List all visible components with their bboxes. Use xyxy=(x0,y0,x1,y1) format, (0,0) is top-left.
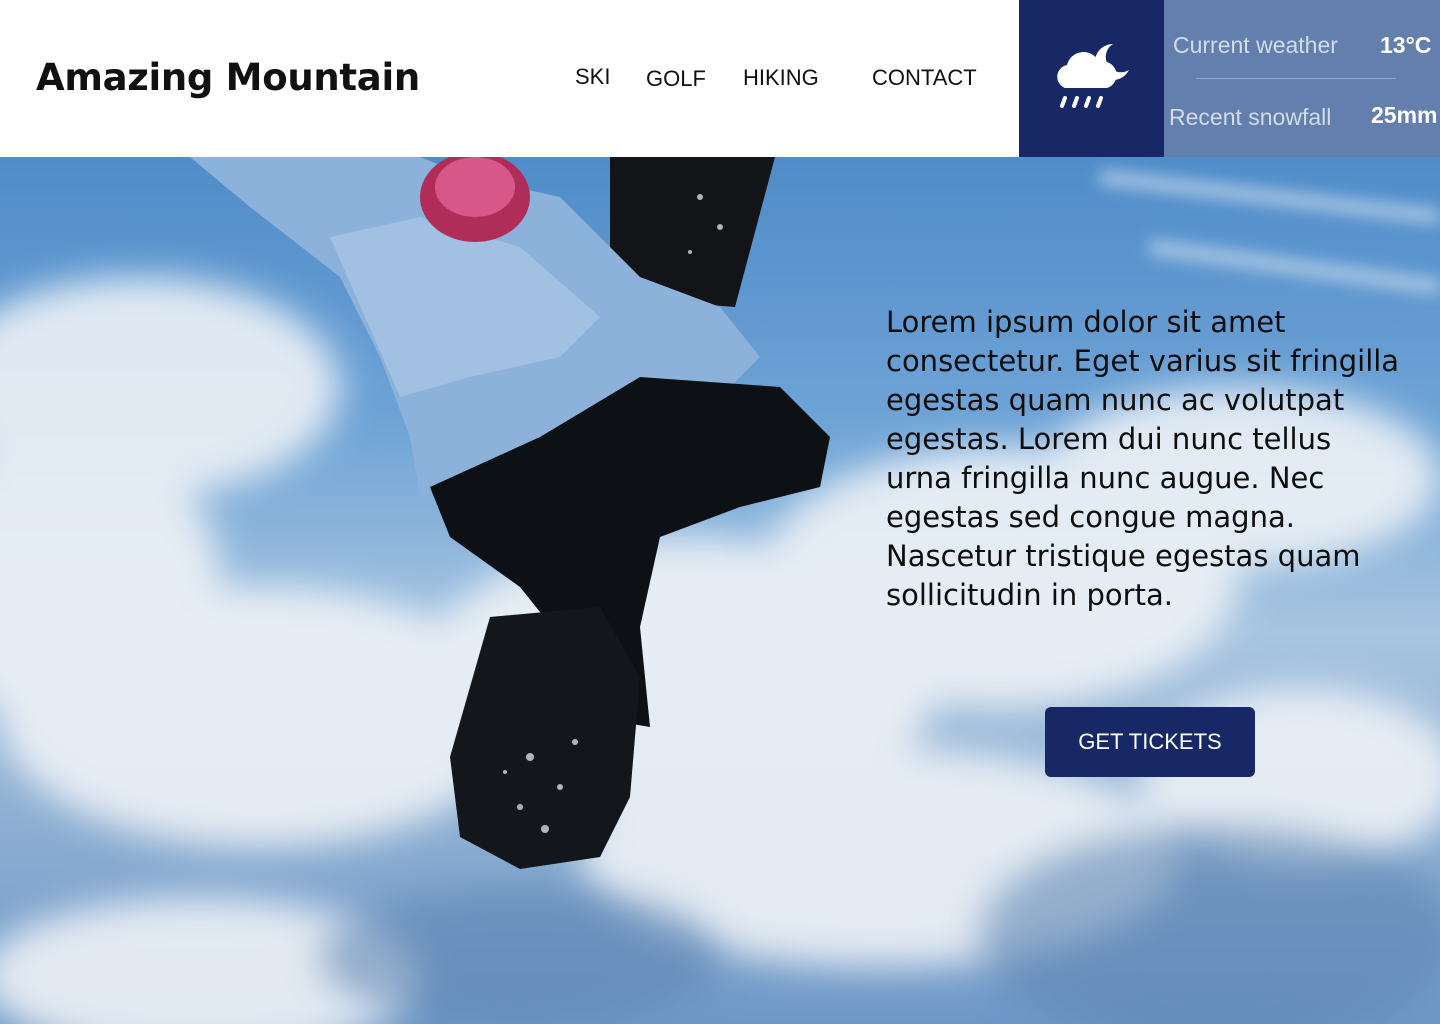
hero-description: Lorem ipsum dolor sit amet consectetur. … xyxy=(886,305,1400,612)
nav-ski-link[interactable]: SKI xyxy=(575,64,610,90)
hero-section: Lorem ipsum dolor sit amet consectetur. … xyxy=(0,157,1440,1024)
recent-snowfall-value: 25mm xyxy=(1371,102,1438,128)
nav-hiking-link[interactable]: HIKING xyxy=(743,65,819,91)
cloud-rain-moon-icon xyxy=(1057,43,1129,108)
current-weather-value: 13°C xyxy=(1380,32,1432,58)
nav-golf-link[interactable]: GOLF xyxy=(646,66,706,92)
nav-contact-link[interactable]: CONTACT xyxy=(872,65,977,91)
get-tickets-button[interactable]: GET TICKETS xyxy=(1045,707,1255,777)
weather-panel: Current weather 13°C Recent snowfall 25m… xyxy=(1164,0,1440,157)
weather-icon-box xyxy=(1019,0,1164,157)
current-weather-label: Current weather xyxy=(1173,32,1338,58)
weather-divider xyxy=(1196,78,1396,79)
site-header: Amazing Mountain SKI GOLF HIKING CONTACT… xyxy=(0,0,1440,157)
site-logo-text[interactable]: Amazing Mountain xyxy=(36,56,420,99)
recent-snowfall-label: Recent snowfall xyxy=(1169,104,1332,130)
